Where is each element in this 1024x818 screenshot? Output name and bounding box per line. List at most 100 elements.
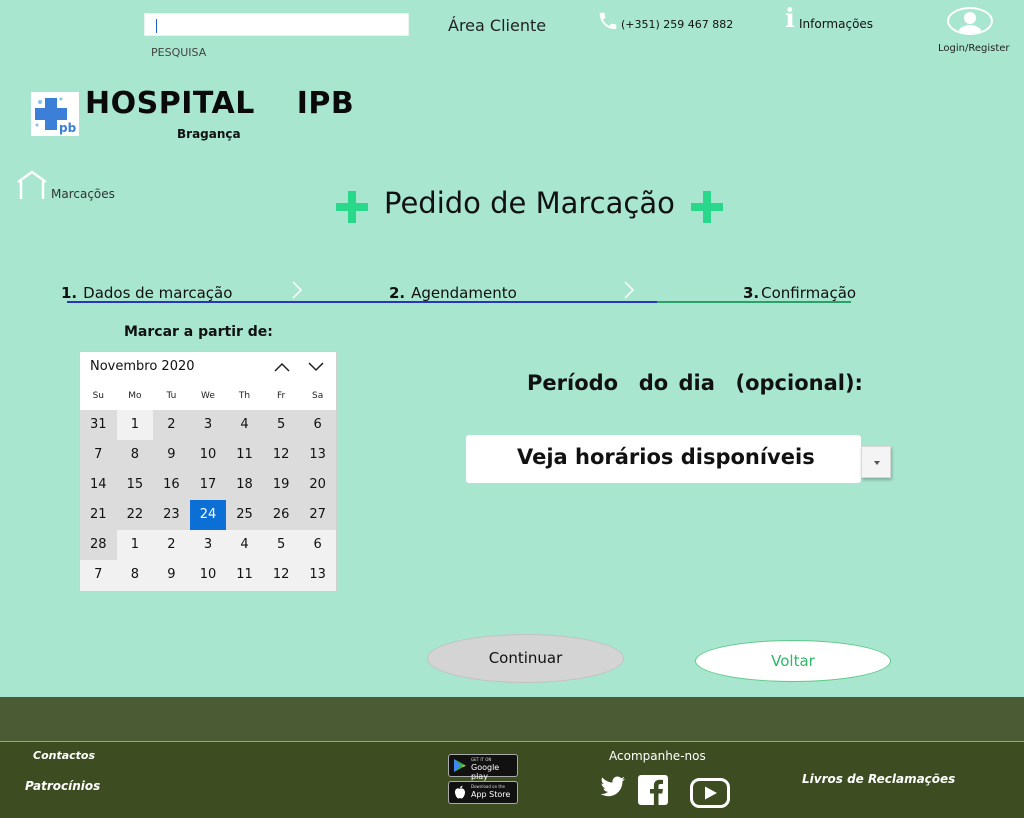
app-store-label: App Store xyxy=(471,790,511,799)
calendar-day[interactable]: 6 xyxy=(299,530,336,560)
calendar-day[interactable]: 15 xyxy=(116,470,154,500)
calendar-caption: Marcar a partir de: xyxy=(124,324,273,340)
step-number: 1. xyxy=(61,284,78,302)
calendar-day[interactable]: 27 xyxy=(299,500,336,530)
calendar-day[interactable]: 18 xyxy=(226,470,263,500)
calendar-day[interactable]: 12 xyxy=(262,560,300,590)
phone-icon xyxy=(599,12,617,30)
calendar-day[interactable]: 1 xyxy=(116,530,154,560)
calendar-day[interactable]: 6 xyxy=(299,410,336,440)
app-store-caption: Download on the xyxy=(471,784,505,789)
google-play-badge[interactable]: GET IT ON Google play xyxy=(448,754,518,781)
progress-bar-completed xyxy=(67,301,657,303)
dropdown-arrow-icon[interactable] xyxy=(861,446,891,478)
calendar-day[interactable]: 12 xyxy=(262,440,300,470)
calendar-day[interactable]: 8 xyxy=(116,560,154,590)
calendar-weekdays: Su Mo Tu We Th Fr Sa xyxy=(80,382,336,410)
weekday-label: We xyxy=(201,391,215,401)
calendar-day[interactable]: 3 xyxy=(189,410,227,440)
twitter-icon[interactable] xyxy=(600,775,626,799)
user-avatar-icon[interactable] xyxy=(947,7,993,35)
calendar-day[interactable]: 17 xyxy=(189,470,227,500)
step-label: Confirmação xyxy=(761,284,857,302)
page-title: Pedido de Marcação xyxy=(384,186,675,220)
calendar-day[interactable]: 23 xyxy=(153,500,190,530)
chevron-right-icon xyxy=(624,281,635,299)
calendar-day[interactable]: 13 xyxy=(299,440,336,470)
google-play-icon xyxy=(454,759,466,772)
weekday-label: Tu xyxy=(166,391,177,401)
app-store-badge[interactable]: Download on the App Store xyxy=(448,781,518,804)
phone-number: (+351) 259 467 882 xyxy=(621,18,734,31)
calendar-day[interactable]: 20 xyxy=(299,470,336,500)
calendar-day[interactable]: 2 xyxy=(153,410,190,440)
step-label: Agendamento xyxy=(411,284,517,302)
calendar-day[interactable]: 3 xyxy=(189,530,227,560)
info-icon[interactable]: i xyxy=(785,6,795,32)
step-dados-marcacao[interactable]: 1. Dados de marcação xyxy=(61,284,232,302)
calendar-day[interactable]: 4 xyxy=(226,410,263,440)
calendar-day[interactable]: 4 xyxy=(226,530,263,560)
calendar-day[interactable]: 25 xyxy=(226,500,263,530)
footer-sponsors-link[interactable]: Patrocínios xyxy=(25,779,100,793)
calendar-month[interactable]: Novembro 2020 xyxy=(90,359,195,374)
step-number: 2. xyxy=(389,284,406,302)
breadcrumb-marcacoes[interactable]: Marcações xyxy=(51,187,115,201)
calendar-days: 31 1 2 3 4 5 6 7 8 9 10 11 12 13 14 15 16 17 18 19 20 21 22 23 2… xyxy=(80,410,336,590)
date-picker[interactable]: Novembro 2020 Su Mo Tu We Th Fr Sa 31 1 2 3 4 5 6 7 8 9… xyxy=(79,351,337,592)
period-label: Período do dia (opcional): xyxy=(527,371,863,395)
calendar-day[interactable]: 31 xyxy=(80,410,117,440)
calendar-day[interactable]: 13 xyxy=(299,560,336,590)
calendar-day[interactable]: 5 xyxy=(262,410,300,440)
chevron-up-icon[interactable] xyxy=(273,359,291,375)
login-register-link[interactable]: Login/Register xyxy=(938,43,1010,54)
back-button[interactable]: Voltar xyxy=(695,640,891,682)
hospital-logo: pb xyxy=(31,92,79,136)
calendar-day[interactable]: 11 xyxy=(226,440,263,470)
calendar-day[interactable]: 10 xyxy=(189,560,227,590)
info-link[interactable]: Informações xyxy=(799,17,873,31)
progress-bar-remaining xyxy=(657,301,851,303)
continue-button[interactable]: Continuar xyxy=(427,634,624,683)
weekday-label: Mo xyxy=(128,391,142,401)
footer-contacts-link[interactable]: Contactos xyxy=(33,749,95,762)
calendar-day[interactable]: 22 xyxy=(116,500,154,530)
calendar-day[interactable]: 7 xyxy=(80,440,117,470)
client-area-link[interactable]: Área Cliente xyxy=(448,16,546,35)
follow-us-label: Acompanhe-nos xyxy=(609,749,706,763)
step-agendamento[interactable]: 2. Agendamento xyxy=(389,284,517,302)
calendar-day[interactable]: 16 xyxy=(153,470,190,500)
youtube-icon[interactable] xyxy=(690,778,730,808)
calendar-day[interactable]: 19 xyxy=(262,470,300,500)
svg-text:pb: pb xyxy=(59,121,77,135)
google-play-label: Google play xyxy=(471,763,500,781)
calendar-day[interactable]: 10 xyxy=(189,440,227,470)
weekday-label: Th xyxy=(238,391,251,401)
calendar-day[interactable]: 28 xyxy=(80,530,117,560)
calendar-day[interactable]: 11 xyxy=(226,560,263,590)
calendar-day[interactable]: 26 xyxy=(262,500,300,530)
apple-icon xyxy=(455,785,465,799)
weekday-label: Sa xyxy=(312,391,324,401)
calendar-day[interactable]: 9 xyxy=(153,560,190,590)
step-confirmacao[interactable]: 3. Confirmação xyxy=(743,284,856,302)
plus-icon xyxy=(691,191,723,223)
step-number: 3. xyxy=(743,284,760,302)
calendar-day[interactable]: 1 xyxy=(116,410,154,440)
calendar-day[interactable]: 14 xyxy=(80,470,117,500)
complaints-book-link[interactable]: Livros de Reclamações xyxy=(802,772,955,786)
calendar-day[interactable]: 7 xyxy=(80,560,117,590)
calendar-day-selected[interactable]: 24 xyxy=(189,500,227,530)
calendar-day[interactable]: 5 xyxy=(262,530,300,560)
home-icon[interactable] xyxy=(16,170,48,200)
chevron-down-icon[interactable] xyxy=(307,359,325,375)
facebook-icon[interactable] xyxy=(638,775,668,805)
calendar-day[interactable]: 21 xyxy=(80,500,117,530)
search-input[interactable] xyxy=(144,13,409,36)
period-select[interactable]: Veja horários disponíveis xyxy=(466,435,861,483)
calendar-day[interactable]: 8 xyxy=(116,440,154,470)
step-label: Dados de marcação xyxy=(83,284,233,302)
period-select-value: Veja horários disponíveis xyxy=(517,445,815,469)
calendar-day[interactable]: 9 xyxy=(153,440,190,470)
calendar-day[interactable]: 2 xyxy=(153,530,190,560)
